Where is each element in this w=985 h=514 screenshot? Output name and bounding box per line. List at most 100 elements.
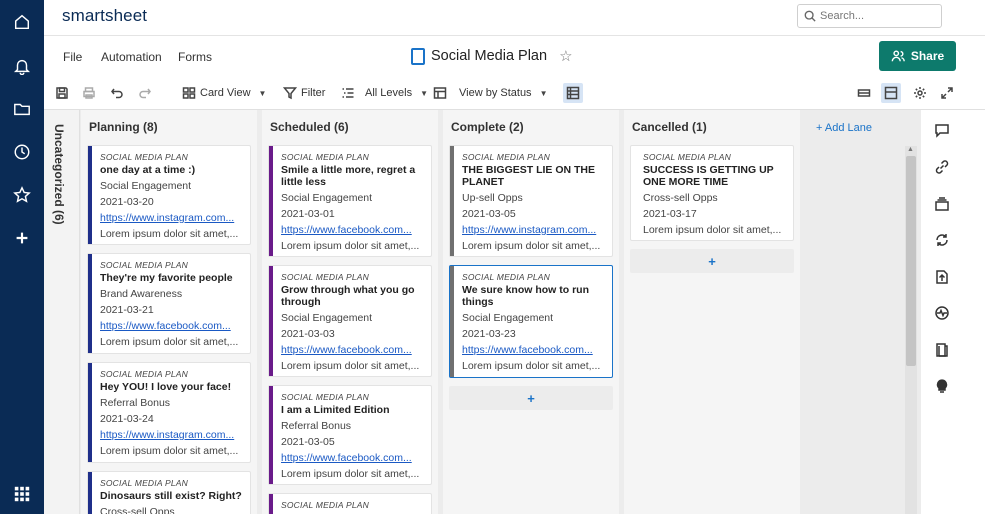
star-icon[interactable]	[10, 183, 34, 207]
proofs-icon[interactable]	[932, 194, 952, 214]
home-icon[interactable]	[10, 10, 34, 34]
menu-automation[interactable]: Automation	[101, 50, 162, 64]
clock-icon[interactable]	[10, 140, 34, 164]
card[interactable]: SOCIAL MEDIA PLAN Dinosaurs still exist?…	[87, 471, 251, 514]
card-title: Hey YOU! I love your face!	[100, 381, 232, 393]
table-icon	[566, 86, 580, 100]
add-card-button[interactable]: +	[449, 386, 613, 410]
scrollbar-thumb[interactable]	[906, 156, 916, 366]
card[interactable]: SOCIAL MEDIA PLAN THE BIGGEST LIE ON THE…	[449, 145, 613, 257]
all-levels-dropdown[interactable]: All Levels ▼	[341, 83, 428, 103]
card-settings-toggle[interactable]	[563, 83, 583, 103]
sheet-title[interactable]: Social Media Plan	[431, 48, 547, 64]
folder-icon[interactable]	[10, 97, 34, 121]
card[interactable]: SOCIAL MEDIA PLAN Grow through what you …	[268, 265, 432, 377]
card-type: Cross-sell Opps	[100, 506, 175, 514]
lane-title[interactable]: Planning (8)	[89, 120, 158, 134]
menu-file[interactable]: File	[63, 50, 82, 64]
card-link[interactable]: https://www.instagram.com...	[462, 224, 606, 236]
card[interactable]: SOCIAL MEDIA PLAN SUCCESS IS GETTING UP …	[630, 145, 794, 241]
card-title: Smile a little more, regret a little les…	[281, 164, 416, 188]
card-link[interactable]: https://www.facebook.com...	[100, 320, 244, 332]
card-category: SOCIAL MEDIA PLAN	[462, 152, 550, 162]
redo-icon[interactable]	[138, 83, 152, 103]
share-button[interactable]: Share	[879, 41, 956, 71]
card-category: SOCIAL MEDIA PLAN	[100, 369, 188, 379]
card-title: They're my favorite people	[100, 272, 233, 284]
levels-icon	[342, 88, 354, 98]
card-notes: Lorem ipsum dolor sit amet,...	[462, 240, 601, 252]
uncategorized-label: Uncategorized (6)	[52, 124, 66, 225]
comments-icon[interactable]	[932, 120, 952, 140]
update-requests-icon[interactable]	[932, 230, 952, 250]
card-title: THE BIGGEST LIE ON THE PLANET	[462, 164, 596, 188]
save-icon[interactable]	[55, 83, 69, 103]
card-notes: Lorem ipsum dolor sit amet,...	[100, 336, 239, 348]
card-link[interactable]: https://www.instagram.com...	[100, 212, 244, 224]
search-placeholder: Search...	[820, 10, 865, 22]
card-selected[interactable]: SOCIAL MEDIA PLAN We sure know how to ru…	[449, 265, 613, 378]
card-link[interactable]: https://www.facebook.com...	[281, 224, 425, 236]
left-nav-rail	[0, 0, 44, 514]
card[interactable]: SOCIAL MEDIA PLAN I am a Limited Edition…	[268, 385, 432, 485]
card[interactable]: SOCIAL MEDIA PLAN They're my favorite pe…	[87, 253, 251, 354]
attachments-icon[interactable]	[932, 157, 952, 177]
card-category: SOCIAL MEDIA PLAN	[281, 152, 369, 162]
card[interactable]: SOCIAL MEDIA PLAN Smile a little more, r…	[268, 145, 432, 257]
card-board: Uncategorized (6) Planning (8) SOCIAL ME…	[44, 110, 921, 514]
print-icon[interactable]	[82, 83, 96, 103]
vertical-scrollbar[interactable]: ▲	[905, 146, 917, 514]
compact-view-icon[interactable]	[857, 83, 871, 103]
chevron-down-icon: ▼	[539, 88, 548, 98]
card-title: I am a Limited Edition	[281, 404, 390, 416]
gear-icon[interactable]	[913, 83, 927, 103]
filter-label: Filter	[301, 87, 326, 99]
card-link[interactable]: https://www.facebook.com...	[281, 344, 425, 356]
undo-icon[interactable]	[110, 83, 124, 103]
lane-title[interactable]: Complete (2)	[451, 120, 524, 134]
menu-row: File Automation Forms Social Media Plan …	[44, 36, 985, 76]
right-panel	[921, 110, 985, 514]
card-notes: Lorem ipsum dolor sit amet,...	[643, 224, 782, 236]
card-view-dropdown[interactable]: Card View ▼	[182, 83, 266, 103]
uncategorized-lane[interactable]: Uncategorized (6)	[44, 110, 80, 514]
add-card-button[interactable]: +	[630, 249, 794, 273]
favorite-star-icon[interactable]: ☆	[559, 47, 572, 65]
scroll-up-icon[interactable]: ▲	[907, 146, 914, 153]
card-link[interactable]: https://www.facebook.com...	[281, 452, 425, 464]
menu-forms[interactable]: Forms	[178, 50, 212, 64]
expanded-view-icon[interactable]	[881, 83, 901, 103]
summary-icon[interactable]	[932, 340, 952, 360]
fullscreen-icon[interactable]	[940, 83, 954, 103]
card-link[interactable]: https://www.instagram.com...	[100, 429, 244, 441]
card-notes: Lorem ipsum dolor sit amet,...	[100, 228, 239, 240]
bell-icon[interactable]	[10, 54, 34, 78]
sheet-title-area: Social Media Plan ☆	[411, 47, 573, 65]
add-lane-button[interactable]: + Add Lane	[816, 122, 872, 134]
card-date: 2021-03-20	[100, 196, 154, 208]
view-by-status-dropdown[interactable]: View by Status ▼	[433, 83, 547, 103]
card[interactable]: SOCIAL MEDIA PLAN	[268, 493, 432, 514]
card-notes: Lorem ipsum dolor sit amet,...	[281, 468, 420, 480]
search-input[interactable]: Search...	[797, 4, 942, 28]
smartsheet-logo[interactable]: smartsheet	[62, 6, 147, 26]
card-category: SOCIAL MEDIA PLAN	[100, 478, 188, 488]
filter-button[interactable]: Filter	[283, 83, 325, 103]
card[interactable]: SOCIAL MEDIA PLAN one day at a time :) S…	[87, 145, 251, 245]
card-category: SOCIAL MEDIA PLAN	[100, 260, 188, 270]
card-type: Brand Awareness	[100, 288, 183, 300]
toolbar: Card View ▼ Filter All Levels ▼ View by St…	[44, 76, 985, 110]
activity-log-icon[interactable]	[932, 303, 952, 323]
lightbulb-icon[interactable]	[932, 376, 952, 396]
apps-grid-icon[interactable]	[10, 482, 34, 506]
publish-icon[interactable]	[932, 267, 952, 287]
lane-title[interactable]: Cancelled (1)	[632, 120, 707, 134]
card-type: Cross-sell Opps	[643, 192, 718, 204]
card-date: 2021-03-01	[281, 208, 335, 220]
lane-title[interactable]: Scheduled (6)	[270, 120, 349, 134]
card-link[interactable]: https://www.facebook.com...	[462, 344, 606, 356]
card[interactable]: SOCIAL MEDIA PLAN Hey YOU! I love your f…	[87, 362, 251, 463]
plus-icon[interactable]	[10, 226, 34, 250]
card-date: 2021-03-03	[281, 328, 335, 340]
card-title: Dinosaurs still exist? Right?	[100, 490, 242, 502]
